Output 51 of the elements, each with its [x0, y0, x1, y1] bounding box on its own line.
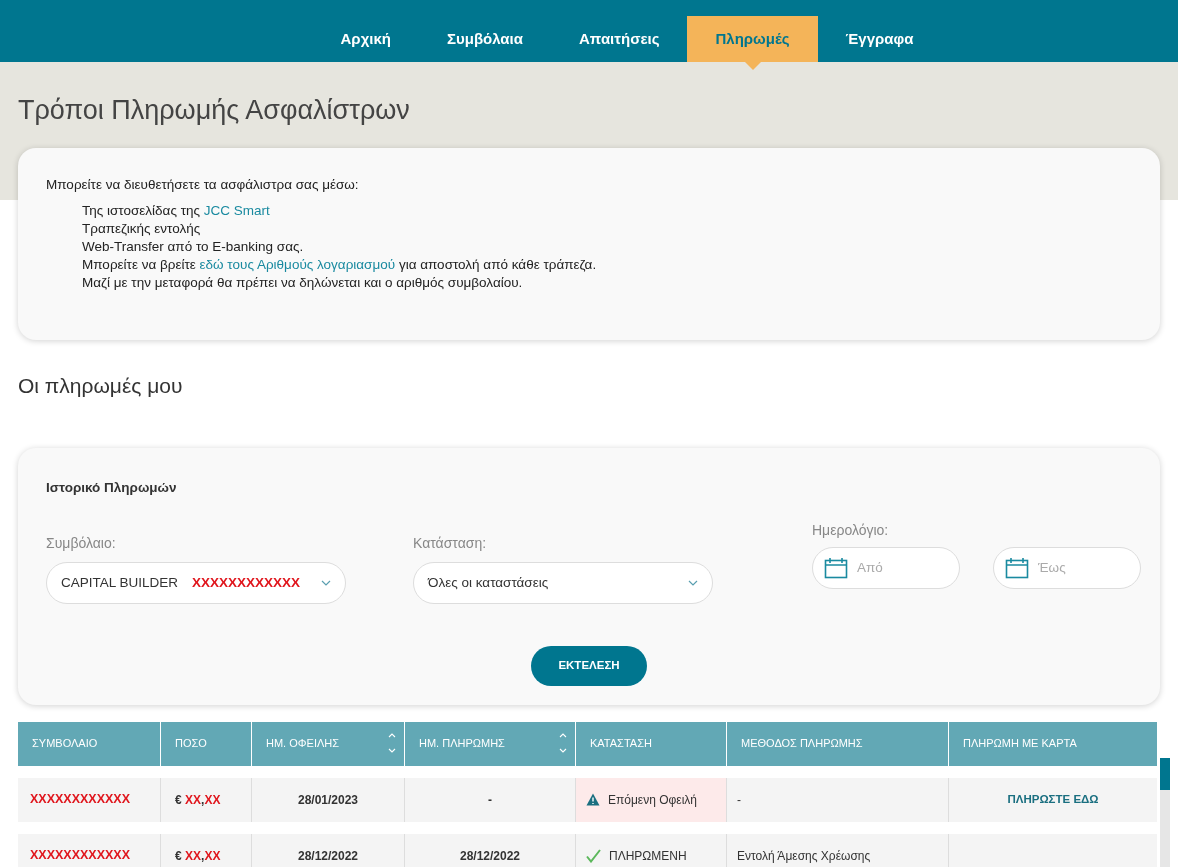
warning-icon	[586, 793, 600, 806]
info-line: Της ιστοσελίδας της JCC Smart	[81, 202, 271, 220]
info-line: Μαζί με την μεταφορά θα πρέπει να δηλώνεται και ο αριθμός συμβολαίου.	[81, 274, 524, 292]
info-line: Τραπεζικής εντολής	[81, 220, 202, 238]
status-cell: Επόμενη Οφειλή	[575, 777, 726, 822]
checkmark-icon	[586, 848, 601, 863]
amount-cell: € XX,XX	[160, 833, 251, 867]
chevron-down-icon	[688, 579, 698, 586]
run-button[interactable]: ΕΚΤΕΛΕΣΗ	[531, 645, 647, 686]
column-header: ΚΑΤΑΣΤΑΣΗ	[575, 721, 726, 766]
calendar-icon	[824, 556, 848, 579]
column-header: ΠΟΣΟ	[160, 721, 251, 766]
filter-title: Ιστορικό Πληρωμών	[46, 478, 178, 497]
sort-icon	[388, 731, 396, 754]
column-header[interactable]: ΗΜ. ΠΛΗΡΩΜΗΣ	[404, 721, 575, 766]
column-header: ΠΛΗΡΩΜΗ ΜΕ ΚΑΡΤΑ	[948, 721, 1157, 766]
date-field[interactable]: Από	[812, 546, 960, 589]
nav-tab[interactable]: Απαιτήσεις	[551, 16, 688, 62]
calendar-label: Ημερολόγιο:	[812, 520, 890, 540]
chevron-down-icon	[321, 579, 331, 586]
nav-tab[interactable]: Συμβόλαια	[419, 16, 551, 62]
table-cell: 28/12/2022	[404, 833, 575, 867]
contract-select[interactable]: CAPITAL BUILDER XXXXXXXXXXXX	[46, 561, 346, 604]
nav-tab[interactable]: Έγγραφα	[817, 16, 942, 62]
info-line: Web-Transfer από το E-banking σας.	[81, 238, 305, 256]
amount-cell: € XX,XX	[160, 777, 251, 822]
table-cell: 28/01/2023	[251, 777, 404, 822]
calendar-icon	[1005, 556, 1029, 579]
table-cell-text: XXXXXXXXXXXX	[29, 847, 132, 865]
contract-label: Συμβόλαιο:	[46, 533, 117, 553]
scrollbar[interactable]	[1160, 758, 1170, 867]
info-link[interactable]: εδώ τους Αριθμούς λογαριασμού	[199, 257, 396, 272]
table-cell: 28/12/2022	[251, 833, 404, 867]
info-intro: Μπορείτε να διευθετήσετε τα ασφάλιστρα σας μέσω:	[46, 176, 360, 194]
page-title: Τρόποι Πληρωμής Ασφαλίστρων	[18, 94, 411, 127]
column-header[interactable]: ΗΜ. ΟΦΕΙΛΗΣ	[251, 721, 404, 766]
sort-icon	[559, 731, 567, 754]
column-header: ΜΕΘΟΔΟΣ ΠΛΗΡΩΜΗΣ	[726, 721, 948, 766]
section-title: Οι πληρωμές μου	[18, 373, 184, 399]
pay-here-link[interactable]: ΠΛΗΡΩΣΤΕ ΕΔΩ	[1007, 790, 1099, 809]
info-line: Μπορείτε να βρείτε εδώ τους Αριθμούς λογαριασμού για αποστολή από κάθε τράπεζα.	[81, 256, 598, 274]
info-link[interactable]: JCC Smart	[203, 203, 270, 218]
status-cell: ΠΛΗΡΩΜΕΝΗ	[575, 833, 726, 867]
nav-tab[interactable]: Αρχική	[312, 16, 419, 62]
status-label: Κατάσταση:	[413, 533, 488, 553]
table-cell: -	[726, 777, 948, 822]
table-cell-text: XXXXXXXXXXXX	[29, 791, 132, 809]
column-header: ΣΥΜΒΟΛΑΙΟ	[31, 736, 99, 752]
date-field[interactable]: Έως	[993, 546, 1141, 589]
table-cell: Εντολή Άμεσης Χρέωσης	[726, 833, 948, 867]
status-select[interactable]: Όλες οι καταστάσεις	[413, 561, 713, 604]
